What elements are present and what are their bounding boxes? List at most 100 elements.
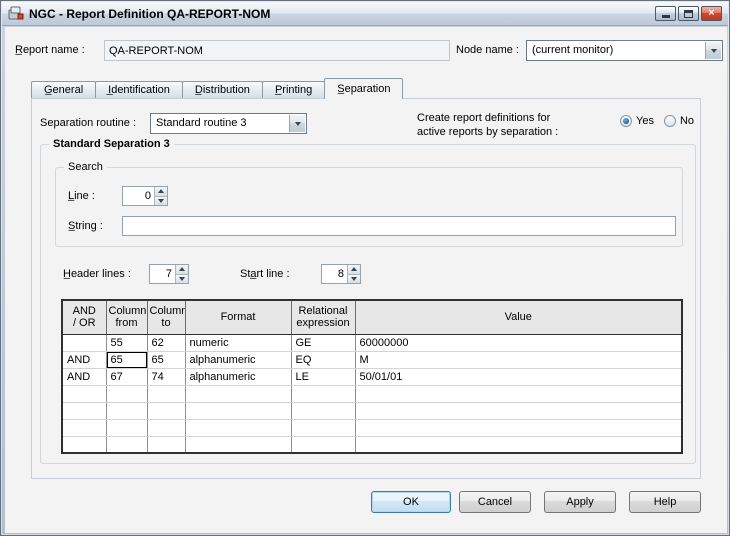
line-spinner-down-button[interactable] <box>155 196 167 205</box>
line-spinner-up-button[interactable] <box>155 187 167 197</box>
column-header: AND / OR <box>62 300 107 335</box>
node-name-dropdown-button[interactable] <box>705 42 721 59</box>
table-cell[interactable]: LE <box>291 368 356 386</box>
table-cell[interactable] <box>185 436 292 453</box>
line-spinner-buttons <box>154 187 167 205</box>
table-cell[interactable]: 74 <box>147 368 186 386</box>
table-cell[interactable] <box>185 385 292 403</box>
apply-button[interactable]: Apply <box>544 491 616 513</box>
table-cell[interactable]: 62 <box>147 334 186 352</box>
table-cell[interactable]: numeric <box>185 334 292 352</box>
separation-routine-combobox[interactable]: Standard routine 3 <box>150 113 307 134</box>
tab-identification[interactable]: I̲dentification <box>95 81 183 98</box>
header-lines-spinner[interactable]: 7 <box>149 264 189 284</box>
table-cell[interactable] <box>147 419 186 437</box>
table-cell[interactable] <box>62 419 107 437</box>
table-cell[interactable]: 60000000 <box>355 334 682 352</box>
maximize-button[interactable] <box>678 6 699 21</box>
separation-routine-value: Standard routine 3 <box>156 117 247 129</box>
table-cell[interactable]: AND <box>62 351 107 369</box>
window-title: NGC - Report Definition QA-REPORT-NOM <box>29 6 271 21</box>
yes-radio-button[interactable] <box>620 115 632 127</box>
table-cell[interactable] <box>291 402 356 420</box>
table-cell[interactable] <box>62 334 107 352</box>
table-cell[interactable] <box>106 436 148 453</box>
table-cell[interactable] <box>185 402 292 420</box>
table-cell[interactable]: M <box>355 351 682 369</box>
table-cell[interactable]: 50/01/01 <box>355 368 682 386</box>
standard-separation-group-title: Standard Separation 3 <box>49 137 174 151</box>
column-header: Column from <box>106 300 148 335</box>
table-cell[interactable] <box>291 436 356 453</box>
table-cell[interactable] <box>355 419 682 437</box>
line-spinner[interactable]: 0 <box>122 186 168 206</box>
table-cell[interactable]: 67 <box>106 368 148 386</box>
tab-printing[interactable]: P̲rinting <box>261 81 326 98</box>
column-header: Relational expression <box>291 300 356 335</box>
start-line-label: Sta̲rt line : <box>240 268 290 280</box>
string-input[interactable] <box>122 216 676 236</box>
separation-table-container: AND / OR Column from Column to Format Relati… <box>61 299 683 454</box>
table-cell[interactable] <box>106 402 148 420</box>
header-lines-spinner-buttons <box>175 265 188 283</box>
line-spinner-value: 0 <box>144 190 151 202</box>
title-bar[interactable]: NGC - Report Definition QA-REPORT-NOM × <box>2 2 728 26</box>
table-cell[interactable] <box>62 402 107 420</box>
table-cell[interactable] <box>291 385 356 403</box>
separation-routine-label: Separation routine : <box>40 117 137 129</box>
table-cell[interactable]: AND <box>62 368 107 386</box>
window-controls: × <box>655 6 722 21</box>
no-radio-label: No <box>679 115 695 127</box>
table-cell[interactable] <box>355 436 682 453</box>
table-cell[interactable] <box>62 436 107 453</box>
separation-table: AND / OR Column from Column to Format Relati… <box>61 299 683 454</box>
help-button[interactable]: Help <box>629 491 701 513</box>
table-cell[interactable]: alphanumeric <box>185 368 292 386</box>
table-cell[interactable]: GE <box>291 334 356 352</box>
ok-button[interactable]: OK <box>371 491 451 513</box>
table-cell[interactable] <box>147 385 186 403</box>
header-lines-spinner-down-button[interactable] <box>176 274 188 283</box>
close-button[interactable]: × <box>701 6 722 21</box>
table-cell[interactable] <box>147 436 186 453</box>
table-cell[interactable] <box>355 385 682 403</box>
table-cell[interactable]: 55 <box>106 334 148 352</box>
start-line-spinner[interactable]: 8 <box>321 264 361 284</box>
spin-up-icon <box>351 267 357 272</box>
node-name-combobox[interactable]: (current monitor) <box>526 40 723 61</box>
start-line-spinner-down-button[interactable] <box>348 274 360 283</box>
table-cell[interactable] <box>185 419 292 437</box>
report-name-field[interactable] <box>104 40 450 61</box>
start-line-spinner-up-button[interactable] <box>348 265 360 275</box>
tab-distribution[interactable]: D̲istribution <box>181 81 263 98</box>
tab-general[interactable]: G̲eneral <box>31 81 97 98</box>
table-cell[interactable]: EQ <box>291 351 356 369</box>
table-cell[interactable]: alphanumeric <box>185 351 292 369</box>
table-cell[interactable] <box>106 419 148 437</box>
table-cell[interactable] <box>355 402 682 420</box>
header-lines-spinner-up-button[interactable] <box>176 265 188 275</box>
column-header: Value <box>355 300 682 335</box>
cancel-button[interactable]: Cancel <box>459 491 531 513</box>
table-cell[interactable] <box>147 402 186 420</box>
tab-separation[interactable]: S̲eparation <box>324 78 404 99</box>
start-line-spinner-value: 8 <box>337 268 344 280</box>
node-name-label: Node name : <box>456 44 519 56</box>
spin-down-icon <box>158 198 164 203</box>
table-cell[interactable] <box>291 419 356 437</box>
search-group: Search L̲ine : 0 S̲tring : <box>55 160 683 247</box>
table-cell[interactable] <box>106 385 148 403</box>
separation-routine-dropdown-button[interactable] <box>289 115 305 132</box>
string-label: S̲tring : <box>68 220 103 232</box>
chevron-down-icon <box>294 121 301 126</box>
start-line-spinner-buttons <box>347 265 360 283</box>
dialog-window: NGC - Report Definition QA-REPORT-NOM × … <box>0 0 730 536</box>
minimize-button[interactable] <box>655 6 676 21</box>
table-cell[interactable]: 65 <box>106 351 148 369</box>
no-radio-button[interactable] <box>663 115 676 127</box>
table-cell[interactable] <box>62 385 107 403</box>
report-name-label: R̲eport name : <box>15 44 85 56</box>
minimize-icon <box>661 15 670 18</box>
spin-up-icon <box>158 189 164 194</box>
table-cell[interactable]: 65 <box>147 351 186 369</box>
